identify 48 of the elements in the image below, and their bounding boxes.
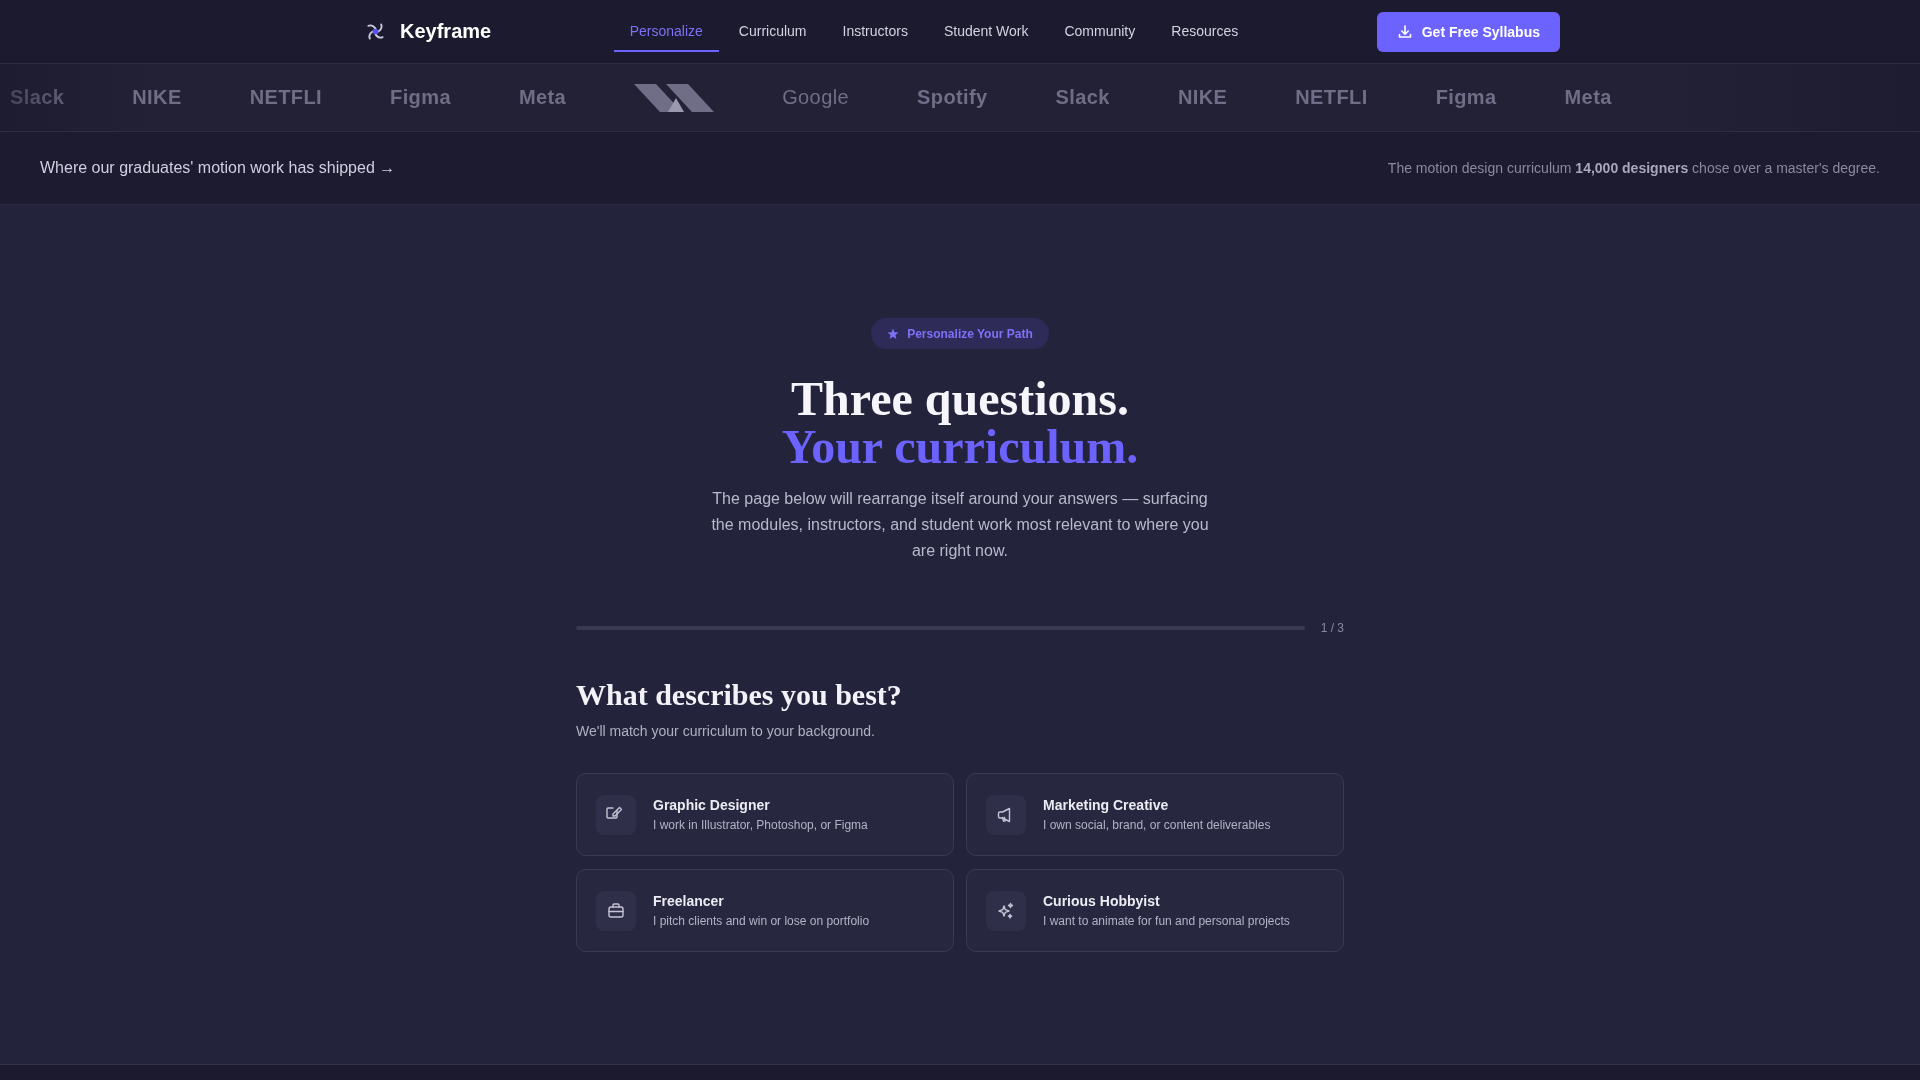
nav-tab[interactable]: Curriculum [722, 11, 823, 52]
option-description: I want to animate for fun and personal projects [1043, 913, 1290, 929]
hero-title: Three questions. [790, 375, 1130, 423]
brand-wordmark: Slack [1055, 86, 1110, 109]
option-description: I work in Illustrator, Photoshop, or Figma [653, 817, 868, 833]
sparkles-icon [986, 890, 1026, 931]
option-title: Graphic Designer [653, 796, 771, 814]
option-description: I pitch clients and win or lose on portfolio [653, 913, 870, 929]
option-description: I own social, brand, or content deliverables [1043, 817, 1271, 833]
brand-wordmark: Google [782, 86, 850, 109]
hero-intro: The page below will rearrange itself around your answers — surfacing the modules, instructors, and student work most relevant to where you are right now. [710, 489, 1210, 561]
question-hint: We'll match your curriculum to your background. [576, 722, 876, 741]
option-title: Freelancer [653, 892, 725, 910]
brand-wordmark: Spotify [917, 86, 988, 109]
brand-wordmark: NETFLI [1295, 86, 1368, 109]
brand-wordmark: Figma [390, 86, 451, 109]
nav-tab[interactable]: Instructors [826, 11, 924, 52]
brand-wordmark: NETFLI [249, 86, 323, 109]
section-pill-label: Personalize Your Path [907, 326, 1033, 341]
role-option-card[interactable]: Graphic Designer I work in Illustrator, Photoshop, or Figma [576, 773, 954, 856]
shipped-work-link[interactable]: Where our graduates' motion work has shipped → [40, 159, 396, 177]
role-option-card[interactable]: Marketing Creative I own social, brand, or content deliverables [966, 773, 1344, 856]
brand-wordmark: Meta [518, 86, 567, 109]
nav-tab[interactable]: Resources [1155, 11, 1255, 52]
role-option-card[interactable]: Freelancer I pitch clients and win or lose on portfolio [576, 869, 954, 952]
download-icon [1396, 23, 1413, 40]
brand-wordmark: NIKE [132, 86, 182, 109]
question-title: What describes you best? [576, 677, 903, 713]
get-syllabus-button[interactable]: Get Free Syllabus [1376, 11, 1560, 52]
star-icon [887, 327, 900, 340]
nav-tab[interactable]: Student Work [927, 11, 1045, 52]
nav-tab[interactable]: Personalize [613, 11, 719, 52]
option-title: Marketing Creative [1043, 796, 1170, 814]
option-title: Curious Hobbyist [1043, 892, 1161, 910]
pencil-square-icon [596, 794, 636, 835]
social-proof-text: The motion design curriculum 14,000 designers chose over a master's degree. [1387, 160, 1880, 176]
brand-wordmark: Slack [10, 86, 65, 109]
briefcase-icon [596, 890, 636, 931]
step-counter: 1 / 3 [1320, 621, 1344, 635]
brand-name: Keyframe [400, 20, 492, 43]
megaphone-icon [986, 794, 1026, 835]
pinwheel-logo-icon [366, 22, 385, 41]
role-option-card[interactable]: Curious Hobbyist I want to animate for fun and personal projects [966, 869, 1344, 952]
brand-wordmark: Meta [1564, 86, 1612, 109]
brand-wordmark: NIKE [1177, 86, 1228, 109]
slanted-bars-logo-icon [634, 83, 715, 112]
brand-wordmark: Figma [1435, 86, 1497, 109]
nav-tab[interactable]: Community [1048, 11, 1152, 52]
